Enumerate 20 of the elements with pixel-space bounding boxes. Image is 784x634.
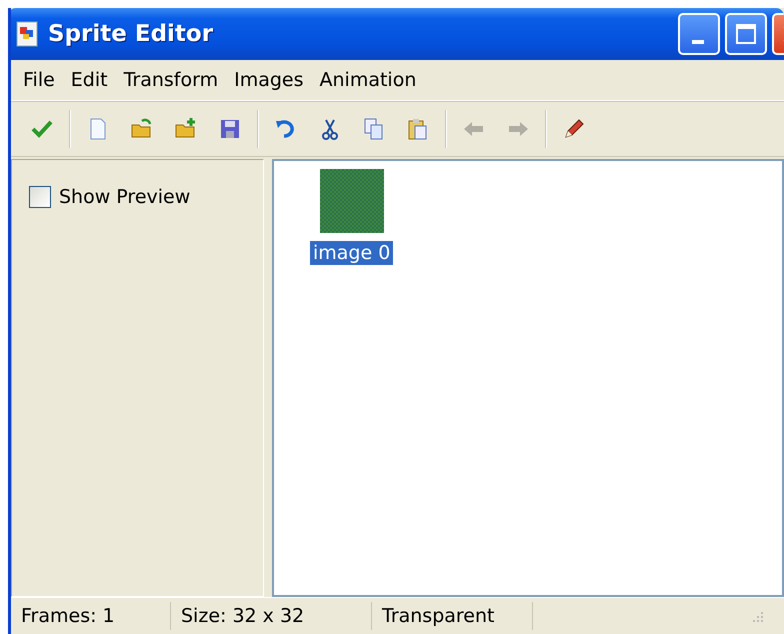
minimize-icon <box>692 38 706 44</box>
menu-item[interactable]: File <box>15 69 63 91</box>
resize-grip-icon[interactable] <box>752 610 764 622</box>
menu-item[interactable]: Images <box>226 69 312 91</box>
window-title: Sprite Editor <box>48 21 214 47</box>
menu-item[interactable]: Edit <box>62 69 116 91</box>
maximize-icon <box>735 23 757 45</box>
sprite-thumbnail[interactable] <box>320 169 384 233</box>
maximize-button[interactable] <box>725 13 767 55</box>
checkbox[interactable] <box>29 186 51 208</box>
status-field: Transparent <box>372 602 533 630</box>
menu-item[interactable]: Transform <box>116 69 226 91</box>
checkbox-label: Show Preview <box>59 186 190 208</box>
status-field: Frames: 1 <box>11 602 171 630</box>
minimize-button[interactable] <box>678 13 720 55</box>
image-label[interactable]: image 0 <box>310 241 394 265</box>
app-icon <box>16 21 38 47</box>
pencil-icon <box>562 117 586 141</box>
status-field: Size: 32 x 32 <box>171 602 372 630</box>
menu-item[interactable]: Animation <box>312 69 424 91</box>
